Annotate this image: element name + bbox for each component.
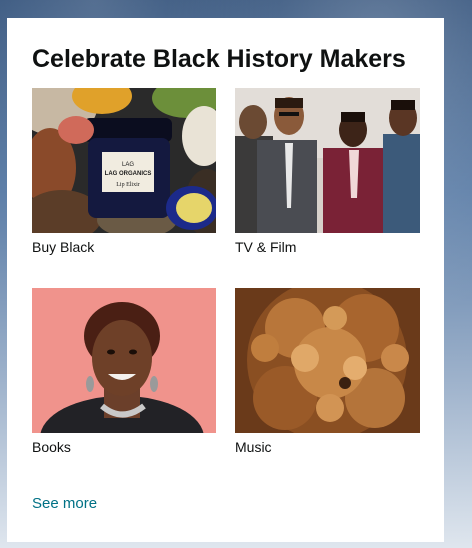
tile-label-music: Music (235, 439, 272, 455)
tile-label-buy-black: Buy Black (32, 239, 95, 255)
tile-music[interactable]: Music (235, 288, 420, 488)
tv-film-image (235, 88, 420, 233)
category-card: Celebrate Black History Makers LAG LAG O… (7, 18, 444, 542)
buy-black-image: LAG LAG ORGANICS Lip Elixir (32, 88, 216, 233)
tile-buy-black[interactable]: LAG LAG ORGANICS Lip Elixir Buy Black (32, 88, 216, 288)
tile-label-books: Books (32, 439, 71, 455)
tile-books[interactable]: Books (32, 288, 216, 488)
tile-label-tv-film: TV & Film (235, 239, 297, 255)
music-image (235, 288, 420, 433)
card-title: Celebrate Black History Makers (32, 45, 406, 73)
svg-text:LAG: LAG (122, 162, 134, 168)
jar-product-text: Lip Elixir (116, 182, 140, 188)
category-grid: LAG LAG ORGANICS Lip Elixir Buy Black TV… (32, 88, 421, 488)
tile-tv-film[interactable]: TV & Film (235, 88, 420, 288)
books-image (32, 288, 216, 433)
see-more-link[interactable]: See more (32, 495, 97, 513)
jar-brand-text: LAG ORGANICS (105, 171, 152, 177)
